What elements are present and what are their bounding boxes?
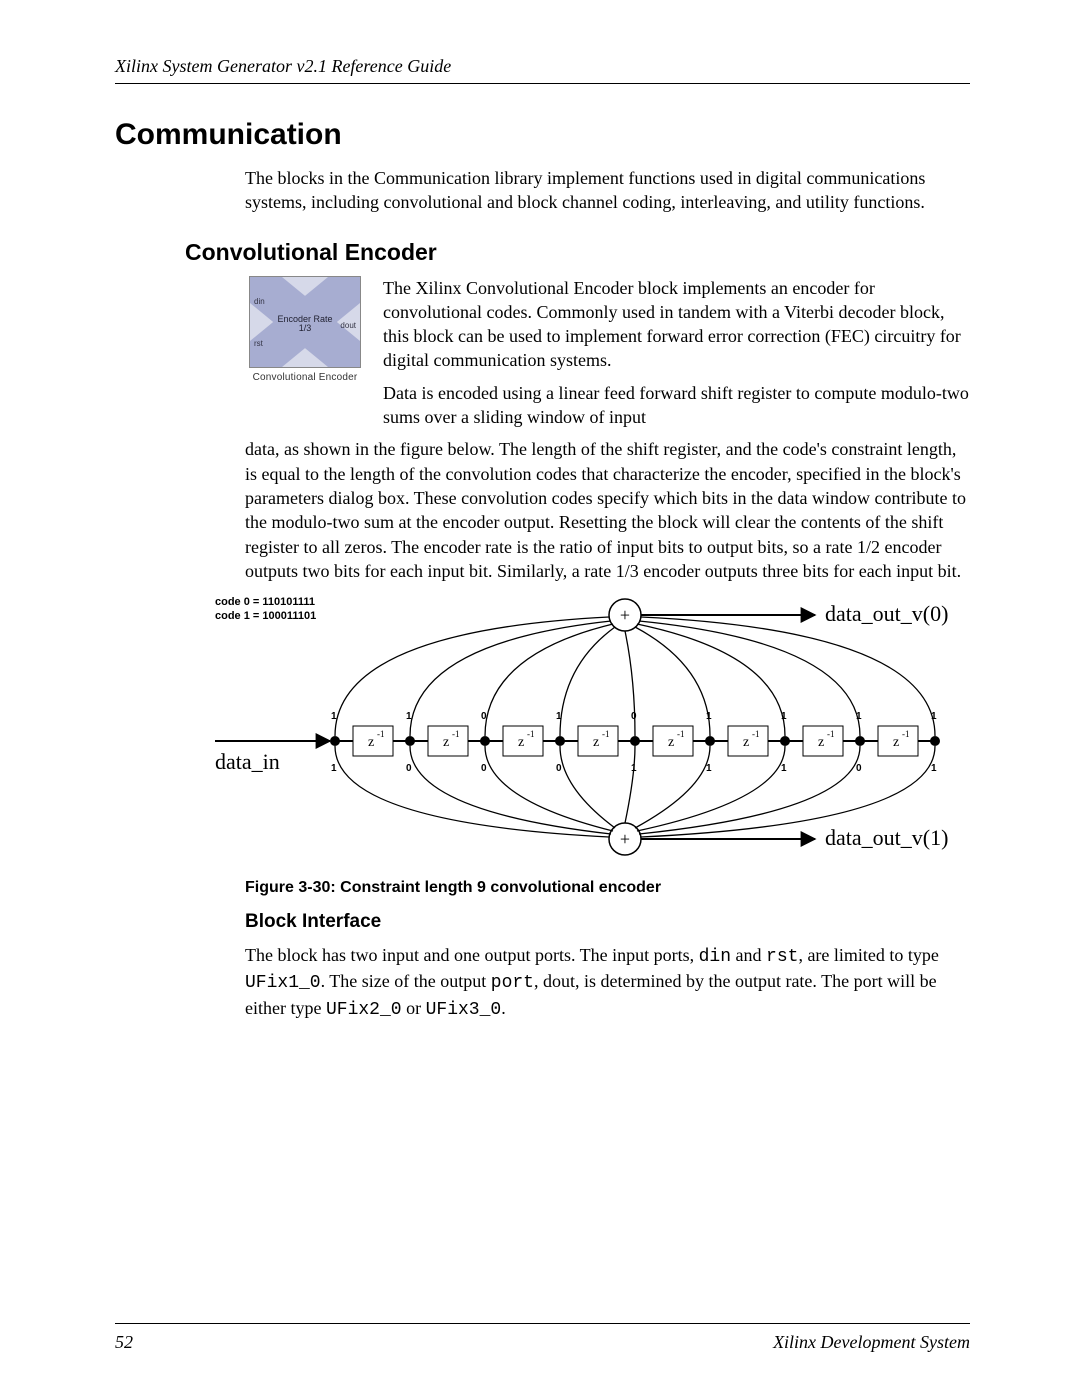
svg-text:1: 1 — [406, 711, 412, 722]
svg-text:0: 0 — [481, 711, 487, 722]
code-ufix1: UFix1_0 — [245, 973, 321, 993]
port-rst: rst — [254, 339, 263, 348]
svg-text:1: 1 — [781, 711, 787, 722]
sub-p2b: data, as shown in the figure below. The … — [245, 437, 970, 583]
icon-center-text: Encoder Rate 1/3 — [250, 315, 360, 335]
data-in-label: data_in — [215, 749, 280, 774]
figure-caption: Figure 3-30: Constraint length 9 convolu… — [245, 879, 970, 897]
code-ufix2: UFix2_0 — [326, 1000, 402, 1020]
code-rst: rst — [766, 947, 798, 967]
sub-p1: The Xilinx Convolutional Encoder block i… — [383, 276, 970, 373]
svg-text:1: 1 — [781, 763, 787, 774]
top-bit-labels: 1 1 0 1 0 1 1 1 1 — [331, 711, 937, 722]
bi-b: and — [731, 945, 766, 965]
reg-4: z -1 — [578, 726, 640, 756]
svg-text:z: z — [443, 735, 449, 750]
svg-text:1: 1 — [931, 711, 937, 722]
bi-a: The block has two input and one output p… — [245, 945, 699, 965]
svg-text:1: 1 — [706, 711, 712, 722]
reg-6: z -1 — [728, 726, 790, 756]
svg-text:0: 0 — [406, 763, 412, 774]
sub-p2a: Data is encoded using a linear feed forw… — [383, 381, 970, 430]
svg-text:-1: -1 — [527, 729, 535, 739]
encoder-diagram: code 0 = 110101111 code 1 = 100011101 + … — [215, 591, 955, 871]
svg-text:0: 0 — [556, 763, 562, 774]
svg-text:-1: -1 — [902, 729, 910, 739]
block-icon-tile: din rst dout Encoder Rate 1/3 — [249, 276, 361, 368]
svg-text:-1: -1 — [602, 729, 610, 739]
reg-3: z -1 — [503, 726, 565, 756]
svg-text:z: z — [368, 735, 374, 750]
svg-text:z: z — [518, 735, 524, 750]
svg-text:0: 0 — [481, 763, 487, 774]
code-din: din — [699, 947, 731, 967]
svg-text:1: 1 — [331, 711, 337, 722]
svg-text:0: 0 — [631, 711, 637, 722]
code-port: port — [491, 973, 534, 993]
reg-2: z -1 — [428, 726, 490, 756]
bi-f: or — [402, 998, 426, 1018]
svg-text:1: 1 — [706, 763, 712, 774]
plus-top: + — [620, 605, 630, 625]
rule-bottom — [115, 1323, 970, 1324]
bi-c: , are limited to type — [798, 945, 938, 965]
icon-line1: Encoder Rate — [277, 314, 332, 324]
svg-text:-1: -1 — [677, 729, 685, 739]
page: Xilinx System Generator v2.1 Reference G… — [0, 0, 1080, 1397]
bi-d: . The size of the output — [321, 971, 491, 991]
svg-text:1: 1 — [856, 711, 862, 722]
subsection-title: Convolutional Encoder — [185, 239, 970, 266]
svg-text:-1: -1 — [377, 729, 385, 739]
code0-label: code 0 = 110101111 — [215, 596, 315, 608]
svg-text:-1: -1 — [827, 729, 835, 739]
block-icon-caption: Convolutional Encoder — [245, 372, 365, 383]
svg-text:z: z — [893, 735, 899, 750]
svg-text:1: 1 — [931, 763, 937, 774]
section-title: Communication — [115, 118, 970, 152]
bottom-taps — [335, 746, 935, 837]
block-interface-text: The block has two input and one output p… — [245, 943, 970, 1022]
plus-bottom: + — [620, 829, 630, 849]
out0-label: data_out_v(0) — [825, 601, 948, 626]
svg-text:z: z — [668, 735, 674, 750]
footer-system: Xilinx Development System — [773, 1332, 970, 1353]
rule-top — [115, 83, 970, 84]
running-head: Xilinx System Generator v2.1 Reference G… — [115, 56, 970, 77]
out1-label: data_out_v(1) — [825, 825, 948, 850]
reg-1: z -1 — [353, 726, 415, 756]
svg-text:z: z — [818, 735, 824, 750]
footer: 52 Xilinx Development System — [115, 1319, 970, 1353]
block-icon: din rst dout Encoder Rate 1/3 Convolutio… — [245, 276, 365, 383]
tap-0 — [330, 736, 340, 746]
bi-g: . — [501, 998, 506, 1018]
svg-text:z: z — [743, 735, 749, 750]
svg-text:z: z — [593, 735, 599, 750]
section-intro: The blocks in the Communication library … — [245, 166, 970, 215]
port-din: din — [254, 297, 265, 306]
icon-line2: 1/3 — [299, 323, 312, 333]
beside-icon-text: The Xilinx Convolutional Encoder block i… — [383, 276, 970, 438]
reg-7: z -1 — [803, 726, 865, 756]
bottom-bit-labels: 1 0 0 0 1 1 1 0 1 — [331, 763, 937, 774]
code1-label: code 1 = 100011101 — [215, 610, 316, 622]
svg-text:-1: -1 — [452, 729, 460, 739]
svg-text:1: 1 — [631, 763, 637, 774]
block-interface-title: Block Interface — [245, 911, 970, 933]
svg-text:1: 1 — [331, 763, 337, 774]
reg-8: z -1 — [878, 726, 940, 756]
reg-5: z -1 — [653, 726, 715, 756]
icon-and-text: din rst dout Encoder Rate 1/3 Convolutio… — [115, 276, 970, 438]
svg-text:-1: -1 — [752, 729, 760, 739]
svg-text:0: 0 — [856, 763, 862, 774]
code-ufix3: UFix3_0 — [426, 1000, 502, 1020]
svg-text:1: 1 — [556, 711, 562, 722]
page-number: 52 — [115, 1332, 133, 1353]
